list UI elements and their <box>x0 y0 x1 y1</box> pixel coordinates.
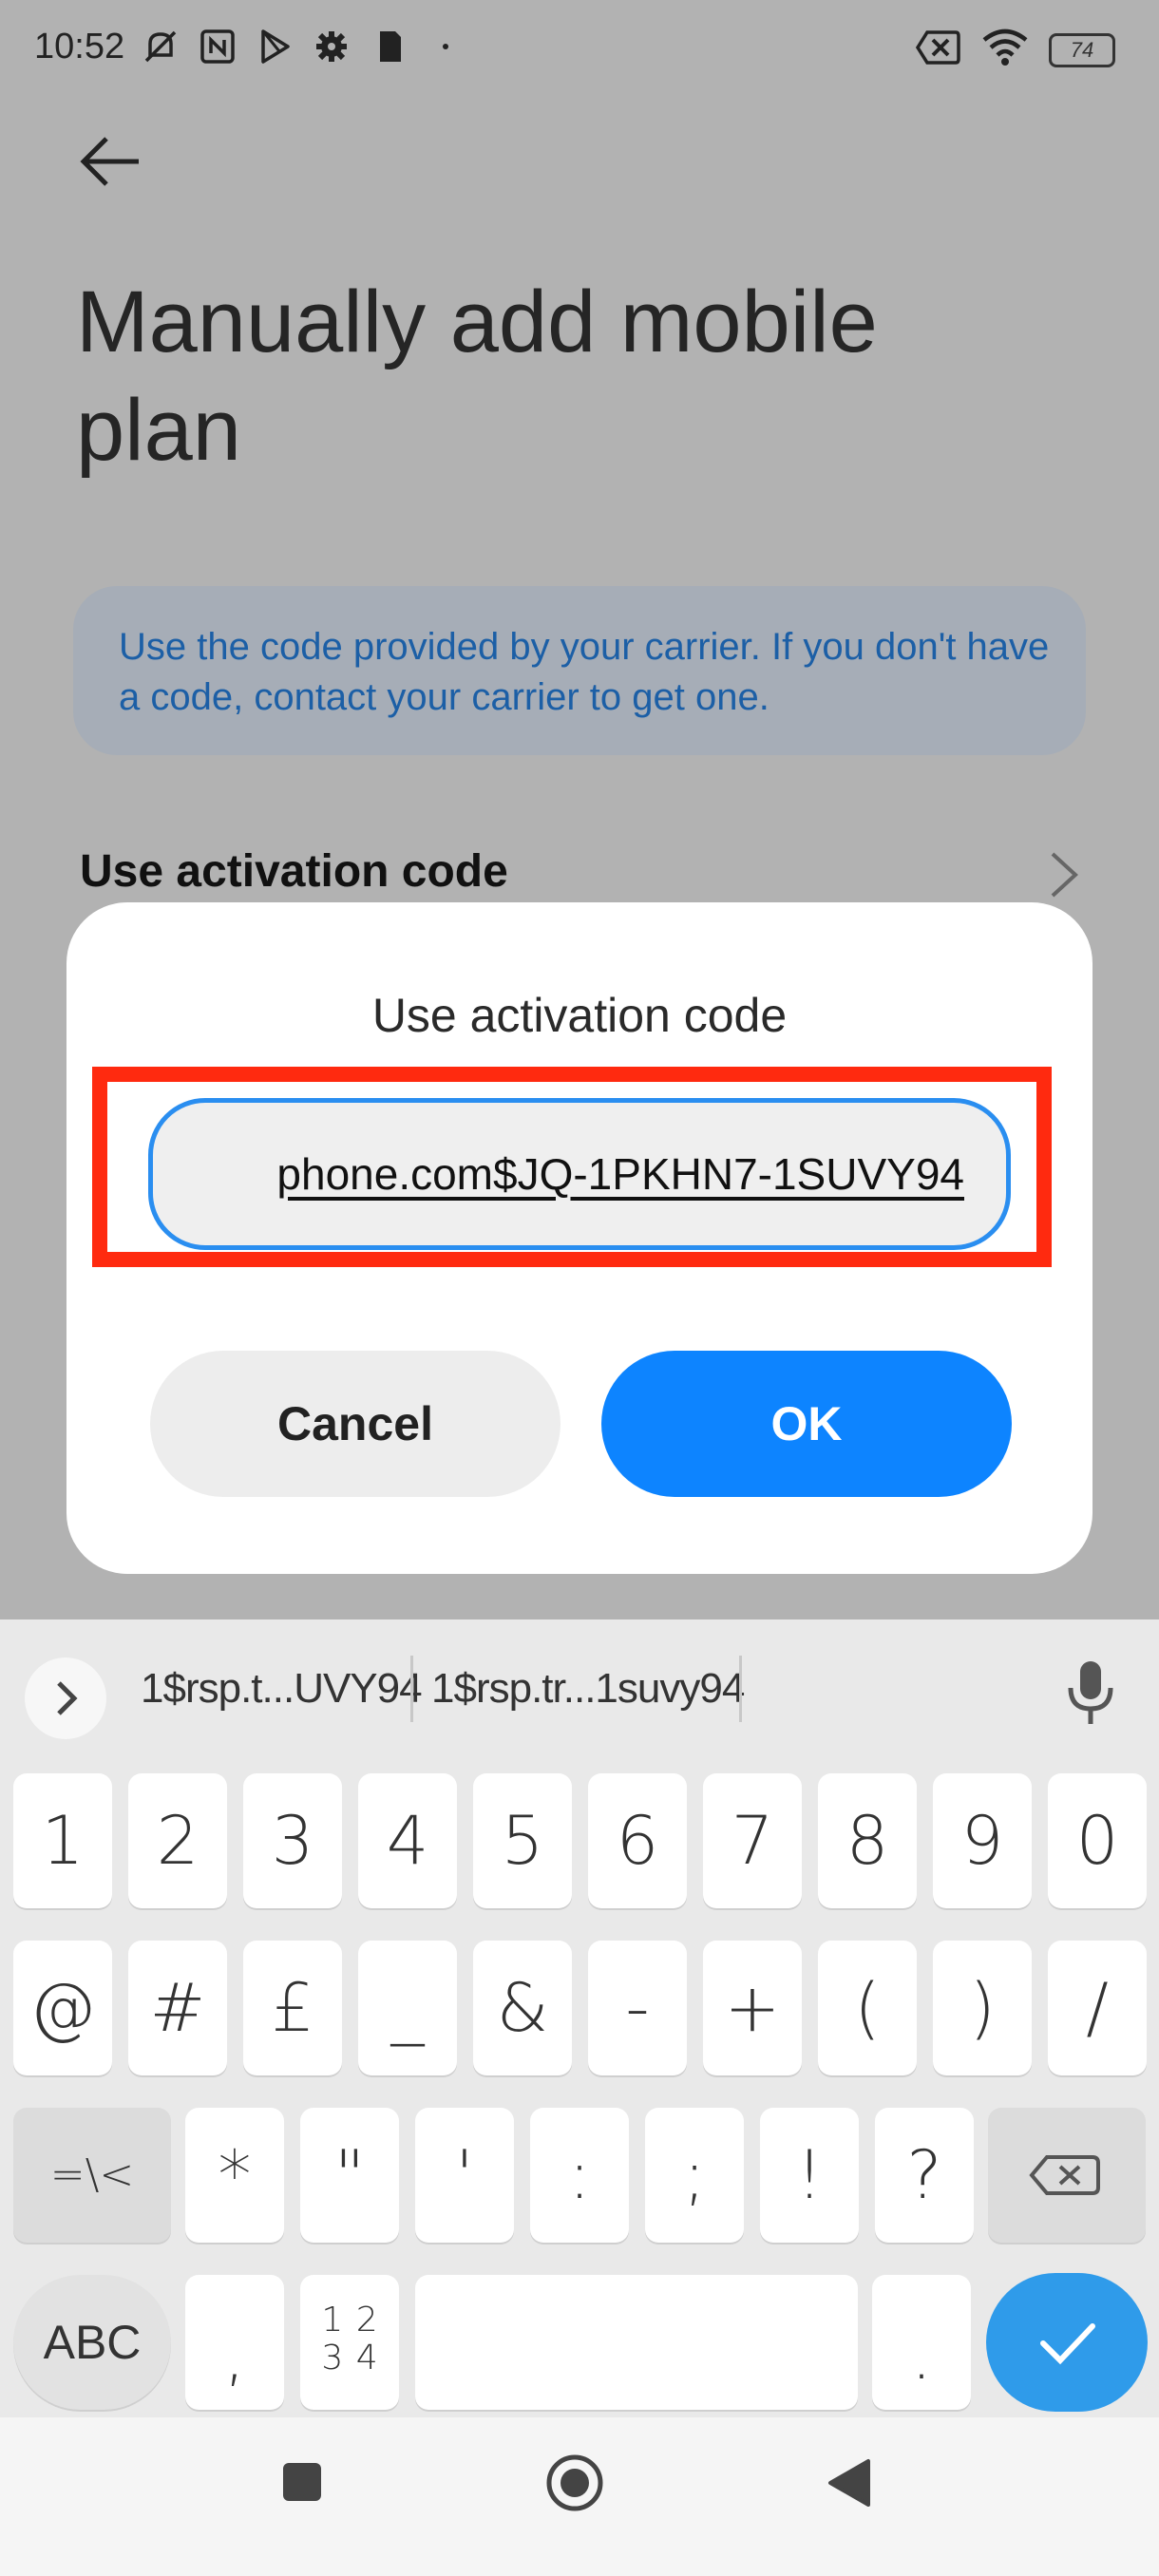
key-comma[interactable]: , <box>185 2275 284 2410</box>
key-1[interactable]: 1 <box>13 1773 112 1908</box>
key-pound[interactable]: £ <box>243 1941 342 2075</box>
key-7[interactable]: 7 <box>703 1773 802 1908</box>
cancel-button[interactable]: Cancel <box>150 1351 560 1497</box>
ok-button[interactable]: OK <box>601 1351 1012 1497</box>
suggestion-divider <box>739 1656 742 1722</box>
info-text: Use the code provided by your carrier. I… <box>119 626 1050 718</box>
status-bar: 10:52 74 <box>0 0 1159 104</box>
key-exclamation[interactable]: ! <box>760 2108 859 2243</box>
checkmark-icon <box>1040 2323 1095 2365</box>
suggestion-bar: 1$rsp.t...UVY94 1$rsp.tr...1suvy94 <box>0 1619 1159 1762</box>
key-4[interactable]: 4 <box>358 1773 457 1908</box>
dot-icon <box>426 27 466 66</box>
key-2[interactable]: 2 <box>128 1773 227 1908</box>
back-triangle-icon[interactable] <box>825 2457 872 2509</box>
key-5[interactable]: 5 <box>473 1773 572 1908</box>
mute-icon <box>141 27 180 66</box>
numpad-key[interactable]: 1 2 3 4 <box>300 2275 399 2410</box>
key-underscore[interactable]: _ <box>358 1941 457 2075</box>
chevron-right-icon <box>1047 850 1081 900</box>
abc-key[interactable]: ABC <box>13 2275 171 2410</box>
key-6[interactable]: 6 <box>588 1773 687 1908</box>
backspace-key[interactable] <box>988 2108 1146 2243</box>
wifi-icon <box>982 28 1028 71</box>
enter-key[interactable] <box>986 2273 1148 2412</box>
key-8[interactable]: 8 <box>818 1773 917 1908</box>
key-close-paren[interactable]: ) <box>933 1941 1032 2075</box>
sim-card-icon <box>369 27 408 66</box>
key-more-symbols[interactable]: =\< <box>13 2108 171 2243</box>
key-0[interactable]: 0 <box>1048 1773 1147 1908</box>
space-key[interactable] <box>415 2275 858 2410</box>
play-store-icon <box>255 27 294 66</box>
battery-indicator: 74 <box>1049 32 1115 67</box>
suggestion-divider <box>410 1656 413 1722</box>
status-time: 10:52 <box>34 27 125 66</box>
key-semicolon[interactable]: ; <box>645 2108 744 2243</box>
settings-screen: 10:52 74 Manually add mobile plan Use th… <box>0 0 1159 1619</box>
suggestion-2[interactable]: 1$rsp.tr...1suvy94 <box>431 1665 745 1713</box>
key-question[interactable]: ? <box>875 2108 974 2243</box>
no-sim-icon <box>915 28 961 71</box>
info-card: Use the code provided by your carrier. I… <box>73 586 1086 755</box>
key-asterisk[interactable]: * <box>185 2108 284 2243</box>
expand-suggestions-button[interactable] <box>25 1657 106 1739</box>
key-period[interactable]: . <box>872 2275 971 2410</box>
dialog-title: Use activation code <box>371 989 788 1042</box>
use-activation-code-row[interactable]: Use activation code <box>80 845 508 898</box>
microphone-icon[interactable] <box>1064 1657 1117 1728</box>
key-double-quote[interactable]: " <box>300 2108 399 2243</box>
back-arrow-icon[interactable] <box>78 133 144 190</box>
key-hash[interactable]: # <box>128 1941 227 2075</box>
keyboard: 1$rsp.t...UVY94 1$rsp.tr...1suvy94 1 2 3… <box>0 1619 1159 2417</box>
activation-code-input[interactable]: phone.com$JQ-1PKHN7-1SUVY94 <box>148 1098 1011 1250</box>
activation-code-value: phone.com$JQ-1PKHN7-1SUVY94 <box>276 1149 964 1199</box>
suggestion-1[interactable]: 1$rsp.t...UVY94 <box>141 1665 423 1713</box>
status-system-icons: 74 <box>915 28 1115 71</box>
gear-icon <box>312 27 352 66</box>
key-single-quote[interactable]: ' <box>415 2108 514 2243</box>
activation-code-dialog: Use activation code phone.com$JQ-1PKHN7-… <box>66 902 1092 1574</box>
navigation-bar <box>0 2417 1159 2576</box>
backspace-icon <box>1029 2155 1100 2195</box>
chevron-right-icon <box>57 1681 78 1715</box>
key-plus[interactable]: + <box>703 1941 802 2075</box>
status-notification-icons <box>141 27 466 66</box>
key-3[interactable]: 3 <box>243 1773 342 1908</box>
key-open-paren[interactable]: ( <box>818 1941 917 2075</box>
home-circle-icon[interactable] <box>545 2453 604 2512</box>
key-9[interactable]: 9 <box>933 1773 1032 1908</box>
recents-square-icon[interactable] <box>281 2461 323 2503</box>
page-title: Manually add mobile plan <box>76 274 878 479</box>
key-minus[interactable]: - <box>588 1941 687 2075</box>
nfc-icon <box>198 27 238 66</box>
key-at[interactable]: @ <box>13 1941 112 2075</box>
key-slash[interactable]: / <box>1048 1941 1147 2075</box>
key-colon[interactable]: : <box>530 2108 629 2243</box>
key-ampersand[interactable]: & <box>473 1941 572 2075</box>
